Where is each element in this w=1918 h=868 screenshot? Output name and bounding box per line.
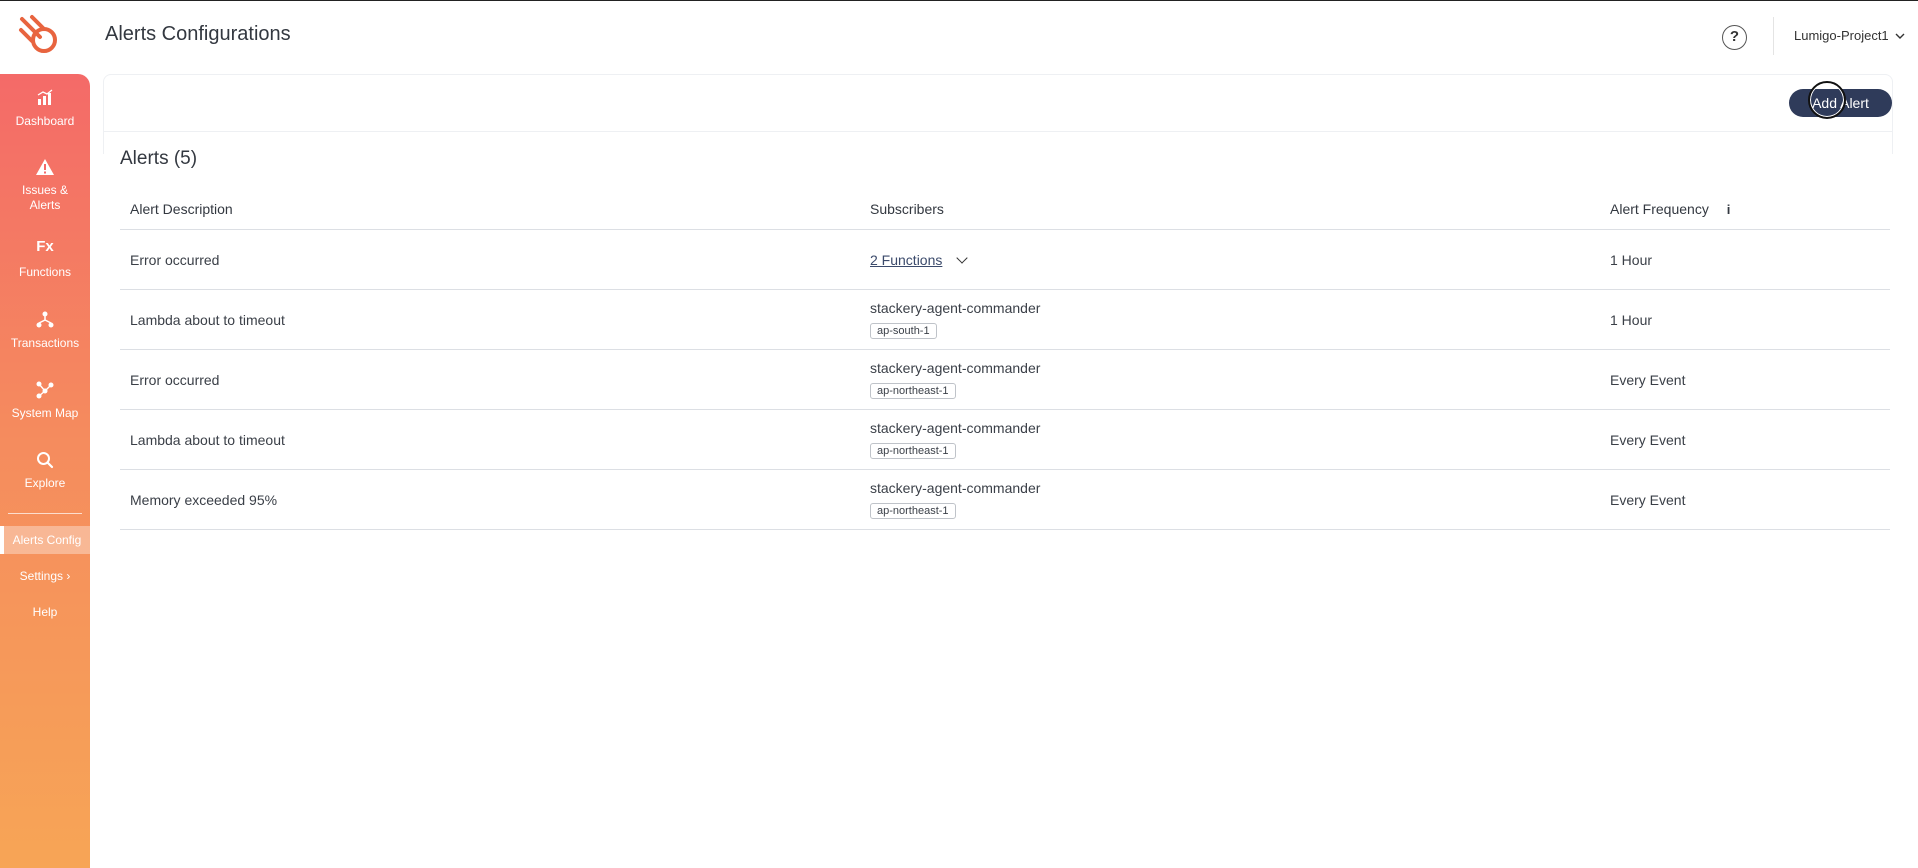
search-icon	[37, 452, 54, 469]
top-bar: Alerts Configurations ? Lumigo-Project1	[0, 0, 1918, 70]
fx-icon: Fx	[36, 238, 54, 255]
alert-frequency: Every Event	[1610, 492, 1686, 508]
functions-link[interactable]: 2 Functions	[870, 252, 942, 268]
column-header-subscribers: Subscribers	[870, 201, 944, 217]
table-row[interactable]: Error occurred stackery-agent-commander …	[120, 350, 1890, 410]
table-row[interactable]: Lambda about to timeout stackery-agent-c…	[120, 410, 1890, 470]
sidebar-link-alerts-config[interactable]: Alerts Config	[0, 526, 90, 554]
region-tag: ap-northeast-1	[870, 503, 956, 519]
subscribers-dropdown[interactable]: 2 Functions	[870, 252, 968, 268]
subscriber-name: stackery-agent-commander	[870, 480, 1041, 496]
sidebar-item-dashboard[interactable]: Dashboard	[0, 88, 90, 129]
chevron-right-icon: ›	[66, 569, 71, 583]
chevron-down-icon	[1895, 33, 1905, 39]
bar-chart-icon	[37, 89, 53, 105]
table-row[interactable]: Lambda about to timeout stackery-agent-c…	[120, 290, 1890, 350]
alerts-table: Alert Description Subscribers Alert Freq…	[120, 194, 1890, 530]
lumigo-logo-icon[interactable]	[18, 13, 64, 59]
chevron-down-icon	[956, 252, 968, 264]
cursor-highlight	[1808, 81, 1846, 119]
divider	[1773, 17, 1774, 55]
sidebar-item-transactions[interactable]: Transactions	[0, 310, 90, 351]
alert-frequency: Every Event	[1610, 372, 1686, 388]
alert-description: Lambda about to timeout	[130, 432, 285, 448]
table-row[interactable]: Error occurred 2 Functions 1 Hour	[120, 230, 1890, 290]
help-button[interactable]: ?	[1722, 25, 1747, 50]
alert-description: Lambda about to timeout	[130, 312, 285, 328]
sidebar-divider	[8, 513, 82, 514]
sidebar-item-issues-alerts[interactable]: Issues & Alerts	[0, 157, 90, 213]
column-header-description: Alert Description	[130, 201, 233, 217]
table-header: Alert Description Subscribers Alert Freq…	[120, 194, 1890, 230]
info-icon[interactable]: i	[1727, 202, 1731, 217]
region-tag: ap-south-1	[870, 323, 937, 339]
sidebar-link-label: Settings	[19, 569, 63, 583]
sidebar-item-label: Functions	[18, 265, 72, 279]
region-tag: ap-northeast-1	[870, 383, 956, 399]
alert-description: Memory exceeded 95%	[130, 492, 278, 508]
warning-triangle-icon	[36, 159, 54, 175]
map-nodes-icon	[36, 381, 54, 399]
project-selector[interactable]: Lumigo-Project1	[1794, 28, 1905, 43]
alert-frequency: 1 Hour	[1610, 252, 1653, 268]
subscriber-name: stackery-agent-commander	[870, 420, 1041, 436]
column-header-label: Alert Frequency	[1610, 201, 1709, 217]
sidebar-item-system-map[interactable]: System Map	[0, 380, 90, 421]
sidebar-item-functions[interactable]: Fx Functions	[0, 239, 90, 280]
region-tag: ap-northeast-1	[870, 443, 956, 459]
project-name: Lumigo-Project1	[1794, 28, 1889, 43]
sidebar-item-label: Issues & Alerts	[21, 183, 69, 212]
sidebar-item-label: System Map	[11, 406, 79, 420]
sidebar-item-label: Explore	[24, 476, 66, 490]
sidebar-item-label: Dashboard	[15, 114, 75, 128]
page-title: Alerts Configurations	[105, 23, 291, 45]
subscriber-name: stackery-agent-commander	[870, 300, 1041, 316]
column-header-frequency: Alert Frequency i	[1610, 201, 1730, 217]
sidebar: Dashboard Issues & Alerts Fx Functions T…	[0, 74, 90, 868]
sidebar-item-explore[interactable]: Explore	[0, 450, 90, 491]
alert-description: Error occurred	[130, 252, 220, 268]
alerts-heading: Alerts (5)	[120, 148, 198, 169]
alert-frequency: 1 Hour	[1610, 312, 1653, 328]
tree-nodes-icon	[36, 311, 54, 328]
sidebar-link-help[interactable]: Help	[0, 598, 90, 626]
alert-description: Error occurred	[130, 372, 220, 388]
table-row[interactable]: Memory exceeded 95% stackery-agent-comma…	[120, 470, 1890, 530]
sidebar-link-settings[interactable]: Settings ›	[0, 562, 90, 590]
actions-bar	[103, 74, 1893, 132]
sidebar-item-label: Transactions	[10, 336, 80, 350]
alert-frequency: Every Event	[1610, 432, 1686, 448]
subscriber-name: stackery-agent-commander	[870, 360, 1041, 376]
